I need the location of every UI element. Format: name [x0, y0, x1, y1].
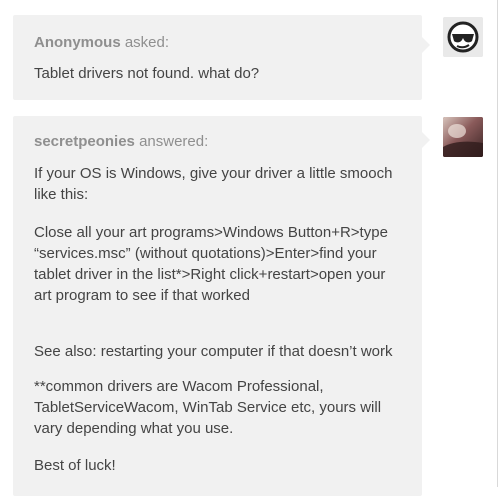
answerer-avatar[interactable] — [443, 117, 483, 157]
asked-label: asked: — [124, 34, 170, 51]
answer-meta: secretpeonies answered: — [34, 133, 208, 150]
photo-avatar-image — [443, 117, 483, 157]
answer-paragraph: Best of luck! — [34, 457, 116, 474]
answer-paragraph: **common drivers are Wacom Professional,… — [34, 378, 382, 437]
answer-bubble: secretpeonies answered: If your OS is Wi… — [13, 116, 430, 496]
asker-avatar[interactable] — [443, 17, 483, 57]
question-text: Tablet drivers not found. what do? — [34, 65, 260, 82]
asker-name[interactable]: Anonymous — [34, 34, 121, 51]
question-bubble: Anonymous asked: Tablet drivers not foun… — [13, 15, 430, 100]
page-divider — [497, 0, 498, 487]
answer-paragraph: Close all your art programs>Windows Butt… — [34, 224, 388, 304]
answerer-name[interactable]: secretpeonies — [34, 133, 135, 150]
answered-label: answered: — [139, 133, 209, 150]
answer-paragraph: See also: restarting your computer if th… — [34, 343, 393, 360]
answer-paragraph: If your OS is Windows, give your driver … — [34, 165, 393, 203]
question-meta: Anonymous asked: — [34, 34, 169, 51]
sunglasses-face-icon — [443, 17, 483, 57]
